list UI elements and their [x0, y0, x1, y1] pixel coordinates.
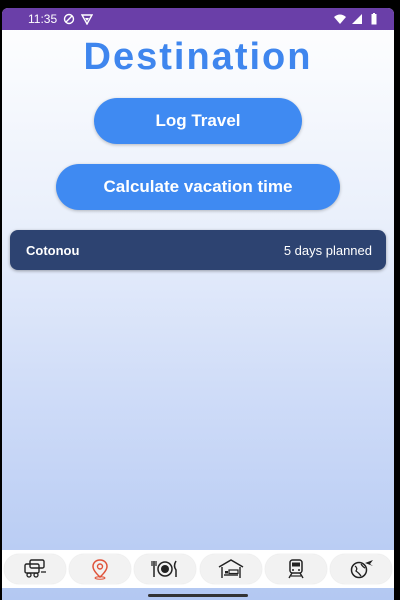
destination-days: 5 days planned — [283, 242, 372, 258]
do-not-disturb-icon — [63, 13, 75, 25]
dining-icon — [151, 560, 178, 577]
globe-plane-icon — [350, 560, 373, 579]
wifi-icon — [334, 14, 346, 24]
signal-icon — [352, 14, 362, 24]
battery-icon — [371, 13, 377, 25]
vehicles-icon — [24, 559, 46, 578]
home-indicator[interactable] — [148, 594, 248, 597]
destination-city: Cotonou — [26, 242, 80, 258]
app-screen: 11:35 Destination Log Travel Calculate v… — [2, 8, 394, 600]
nav-train[interactable] — [264, 554, 327, 584]
location-pin-icon — [92, 559, 108, 580]
nav-food[interactable] — [134, 554, 197, 584]
destination-card[interactable]: Cotonou 5 days planned — [10, 230, 386, 270]
log-travel-button[interactable]: Log Travel — [94, 98, 302, 144]
page-title: Destination — [83, 36, 313, 78]
status-bar: 11:35 — [2, 8, 394, 30]
nav-transport[interactable] — [4, 554, 66, 584]
nav-world[interactable] — [329, 554, 392, 584]
calculate-vacation-time-button[interactable]: Calculate vacation time — [56, 164, 340, 210]
nav-destination[interactable] — [69, 554, 132, 584]
nav-accommodation[interactable] — [199, 554, 262, 584]
hotel-bed-icon — [218, 559, 243, 578]
vpn-icon — [81, 14, 94, 25]
bottom-nav — [2, 550, 394, 588]
train-icon — [288, 559, 304, 579]
status-time: 11:35 — [28, 12, 58, 26]
